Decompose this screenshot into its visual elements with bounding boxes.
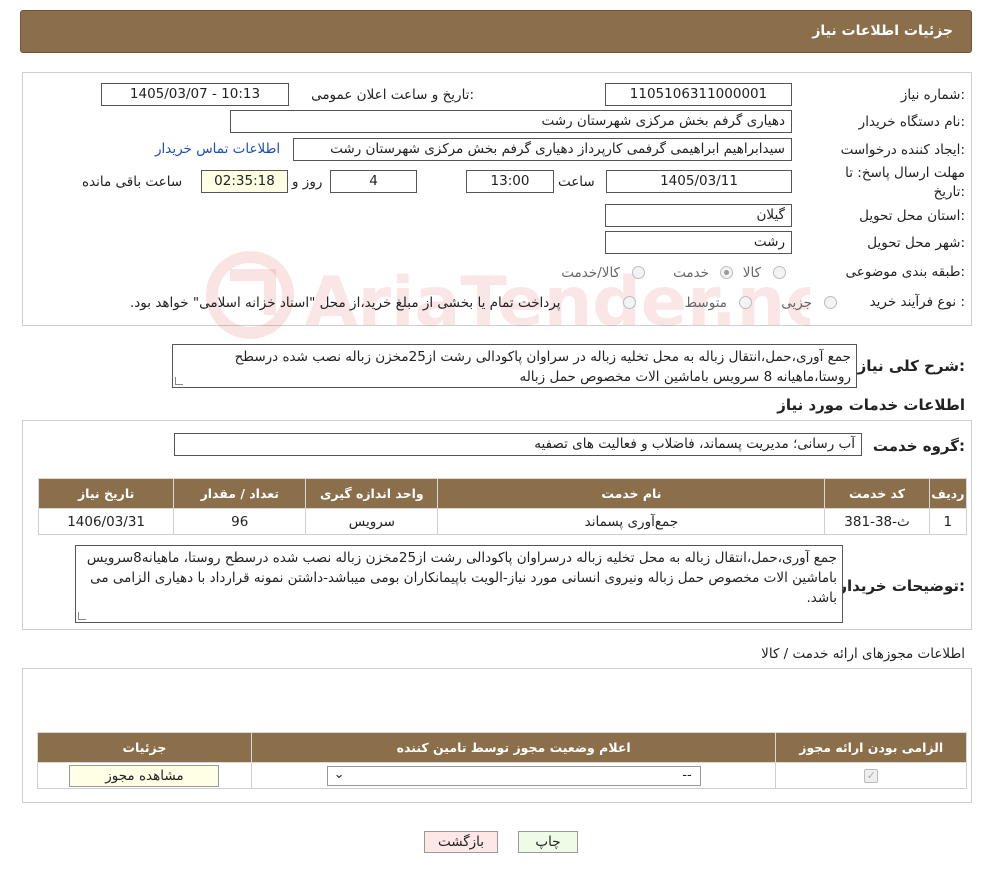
service-group-field[interactable]: آب رسانی؛ مدیریت پسماند، فاضلاب و فعالیت… <box>174 433 862 456</box>
remaining-time-field[interactable]: 02:35:18 <box>201 170 288 193</box>
col-service-name: نام خدمت <box>437 478 826 509</box>
category-option-service: خدمت <box>673 265 709 281</box>
col-service-code: کد خدمت <box>824 478 930 509</box>
table-row: ✓ ⌄ -- مشاهده مجوز <box>37 762 967 789</box>
category-radio-goods[interactable] <box>773 266 786 279</box>
services-table-header: ردیف کد خدمت نام خدمت واحد اندازه گیری ت… <box>37 478 968 509</box>
view-license-button[interactable]: مشاهده مجوز <box>69 764 220 787</box>
buyer-org-label: نام دستگاه خریدار: <box>858 114 965 130</box>
need-summary-label: شرح کلی نیاز: <box>857 357 965 375</box>
license-status-select[interactable]: ⌄ -- <box>326 765 701 786</box>
buyer-contact-link[interactable]: اطلاعات تماس خریدار <box>155 141 280 157</box>
city-label: شهر محل تحویل: <box>867 235 965 251</box>
category-label: طبقه بندی موضوعی: <box>845 264 965 280</box>
col-quantity: تعداد / مقدار <box>173 478 307 509</box>
licenses-table-header: الزامی بودن ارائه مجوز اعلام وضعیت مجوز … <box>37 732 967 763</box>
need-number-field[interactable]: 1105106311000001 <box>605 83 792 106</box>
need-summary-textarea[interactable]: جمع آوری،حمل،انتقال زباله به محل تخلیه ز… <box>172 344 857 388</box>
page-header: جزئیات اطلاعات نیاز <box>20 10 972 53</box>
cell-quantity: 96 <box>173 508 307 535</box>
col-row: ردیف <box>928 478 968 509</box>
buyer-notes-text: جمع آوری،حمل،انتقال زباله به محل تخلیه ز… <box>86 550 837 606</box>
cell-license-details: مشاهده مجوز <box>37 762 252 789</box>
process-option-medium: متوسط <box>684 295 727 311</box>
cell-service-code: ث-38-381 <box>824 508 930 535</box>
buyer-notes-textarea[interactable]: جمع آوری،حمل،انتقال زباله به محل تخلیه ز… <box>75 545 843 623</box>
category-radio-goods-service[interactable] <box>632 266 645 279</box>
province-label: استان محل تحویل: <box>859 208 965 224</box>
category-option-goods: کالا <box>742 265 761 281</box>
licenses-table-wrap: الزامی بودن ارائه مجوز اعلام وضعیت مجوز … <box>37 732 967 789</box>
announce-datetime-field[interactable]: 1405/03/07 - 10:13 <box>101 83 289 106</box>
col-need-date: تاریخ نیاز <box>37 478 175 509</box>
need-number-label: شماره نیاز: <box>900 87 965 103</box>
treasury-payment-checkbox[interactable] <box>623 296 636 309</box>
process-type-label: نوع فرآیند خرید : <box>869 294 965 310</box>
days-label: روز و <box>292 174 323 190</box>
requester-field[interactable]: سیدابراهیم ابراهیمی گرفمی کارپرداز دهیار… <box>293 138 792 161</box>
license-status-value: -- <box>682 767 692 783</box>
col-unit: واحد اندازه گیری <box>305 478 439 509</box>
col-license-required: الزامی بودن ارائه مجوز <box>775 732 967 763</box>
requester-label: ایجاد کننده درخواست: <box>840 142 965 158</box>
category-option-goods-service: کالا/خدمت <box>561 265 620 281</box>
resize-handle-icon[interactable] <box>78 612 86 620</box>
deadline-time-label: ساعت <box>558 174 595 190</box>
resize-handle-icon[interactable] <box>175 377 183 385</box>
announce-datetime-label: تاریخ و ساعت اعلان عمومی: <box>311 87 474 103</box>
cell-need-date: 1406/03/31 <box>37 508 175 535</box>
remaining-time-label: ساعت باقی مانده <box>82 174 183 190</box>
buyer-notes-label: توضیحات خریدار: <box>838 577 965 595</box>
services-table-wrap: ردیف کد خدمت نام خدمت واحد اندازه گیری ت… <box>37 478 968 535</box>
buyer-org-field[interactable]: دهیاری گرفم بخش مرکزی شهرستان رشت <box>230 110 792 133</box>
license-required-checkbox[interactable]: ✓ <box>864 768 879 783</box>
licenses-table: الزامی بودن ارائه مجوز اعلام وضعیت مجوز … <box>37 732 967 789</box>
city-field[interactable]: رشت <box>605 231 792 254</box>
process-radio-minor[interactable] <box>824 296 837 309</box>
chevron-down-icon: ⌄ <box>333 766 345 782</box>
cell-service-name: جمع‌آوری پسماند <box>437 508 826 535</box>
deadline-date-field[interactable]: 1405/03/11 <box>606 170 792 193</box>
service-group-label: گروه خدمت: <box>872 437 965 455</box>
services-section-title: اطلاعات خدمات مورد نیاز <box>777 396 965 414</box>
col-license-status: اعلام وضعیت مجوز توسط تامین کننده <box>250 732 777 763</box>
process-option-minor: جزیی <box>781 295 812 311</box>
deadline-label: مهلت ارسال پاسخ: تا <box>845 165 965 181</box>
process-radio-medium[interactable] <box>739 296 752 309</box>
page-title: جزئیات اطلاعات نیاز <box>812 23 953 39</box>
print-button[interactable]: چاپ <box>518 831 578 853</box>
deadline-date-label: تاریخ: <box>933 184 965 200</box>
licenses-section-title: اطلاعات مجوزهای ارائه خدمت / کالا <box>761 646 965 662</box>
back-button[interactable]: بازگشت <box>424 831 498 853</box>
cell-row: 1 <box>928 508 968 535</box>
cell-unit: سرویس <box>305 508 439 535</box>
services-table: ردیف کد خدمت نام خدمت واحد اندازه گیری ت… <box>37 478 968 535</box>
province-field[interactable]: گیلان <box>605 204 792 227</box>
need-summary-text: جمع آوری،حمل،انتقال زباله به محل تخلیه ز… <box>234 349 851 385</box>
deadline-time-field[interactable]: 13:00 <box>466 170 554 193</box>
cell-license-status: ⌄ -- <box>250 762 777 789</box>
col-license-details: جزئیات <box>37 732 252 763</box>
days-remaining-field[interactable]: 4 <box>330 170 417 193</box>
treasury-payment-note: پرداخت تمام یا بخشی از مبلغ خرید،از محل … <box>130 295 561 311</box>
category-radio-service[interactable] <box>720 266 733 279</box>
table-row: 1 ث-38-381 جمع‌آوری پسماند سرویس 96 1406… <box>37 508 968 535</box>
cell-license-required: ✓ <box>775 762 967 789</box>
